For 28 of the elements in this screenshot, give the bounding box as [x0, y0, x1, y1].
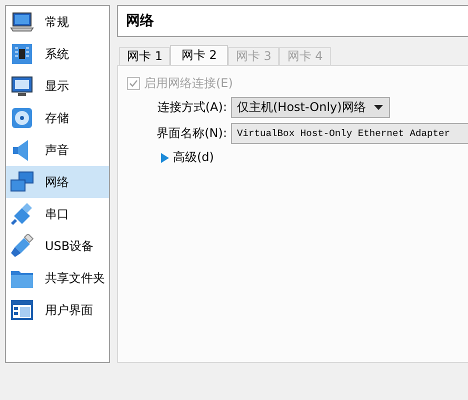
chip-icon [10, 42, 34, 66]
sidebar-item[interactable]: 网络 [6, 166, 109, 198]
page-title: 网络 [117, 5, 468, 37]
dropdown[interactable]: 仅主机(Host-Only)网络 [231, 97, 390, 118]
network-icon [10, 170, 34, 194]
sidebar-item[interactable]: 串口 [6, 198, 109, 230]
laptop-icon [10, 10, 34, 34]
tab[interactable]: 网卡 1 [119, 47, 170, 65]
sidebar-item[interactable]: 常规 [6, 6, 109, 38]
expander-label[interactable]: 高级(d) [173, 149, 214, 166]
plug-icon [10, 202, 34, 226]
caret-icon [374, 105, 383, 110]
checkbox-label: 启用网络连接(E) [144, 75, 233, 92]
sidebar-item[interactable]: 共享文件夹 [6, 262, 109, 294]
usb-icon [10, 234, 34, 258]
dropdown[interactable]: VirtualBox Host-Only Ethernet Adapter [231, 123, 468, 144]
sidebar-item[interactable]: 系统 [6, 38, 109, 70]
sidebar-item[interactable]: 显示 [6, 70, 109, 102]
window-icon [10, 298, 34, 322]
field-label: 连接方式(A): [156, 99, 227, 116]
sidebar-item[interactable]: USB设备 [6, 230, 109, 262]
caret-right-icon[interactable] [161, 152, 169, 162]
sidebar-item[interactable]: 用户界面 [6, 294, 109, 326]
monitor-icon [10, 74, 34, 98]
sidebar-item[interactable]: 声音 [6, 134, 109, 166]
sidebar-item[interactable]: 存储 [6, 102, 109, 134]
tab[interactable]: 网卡 2 [170, 45, 228, 65]
field-label: 界面名称(N): [156, 125, 227, 142]
